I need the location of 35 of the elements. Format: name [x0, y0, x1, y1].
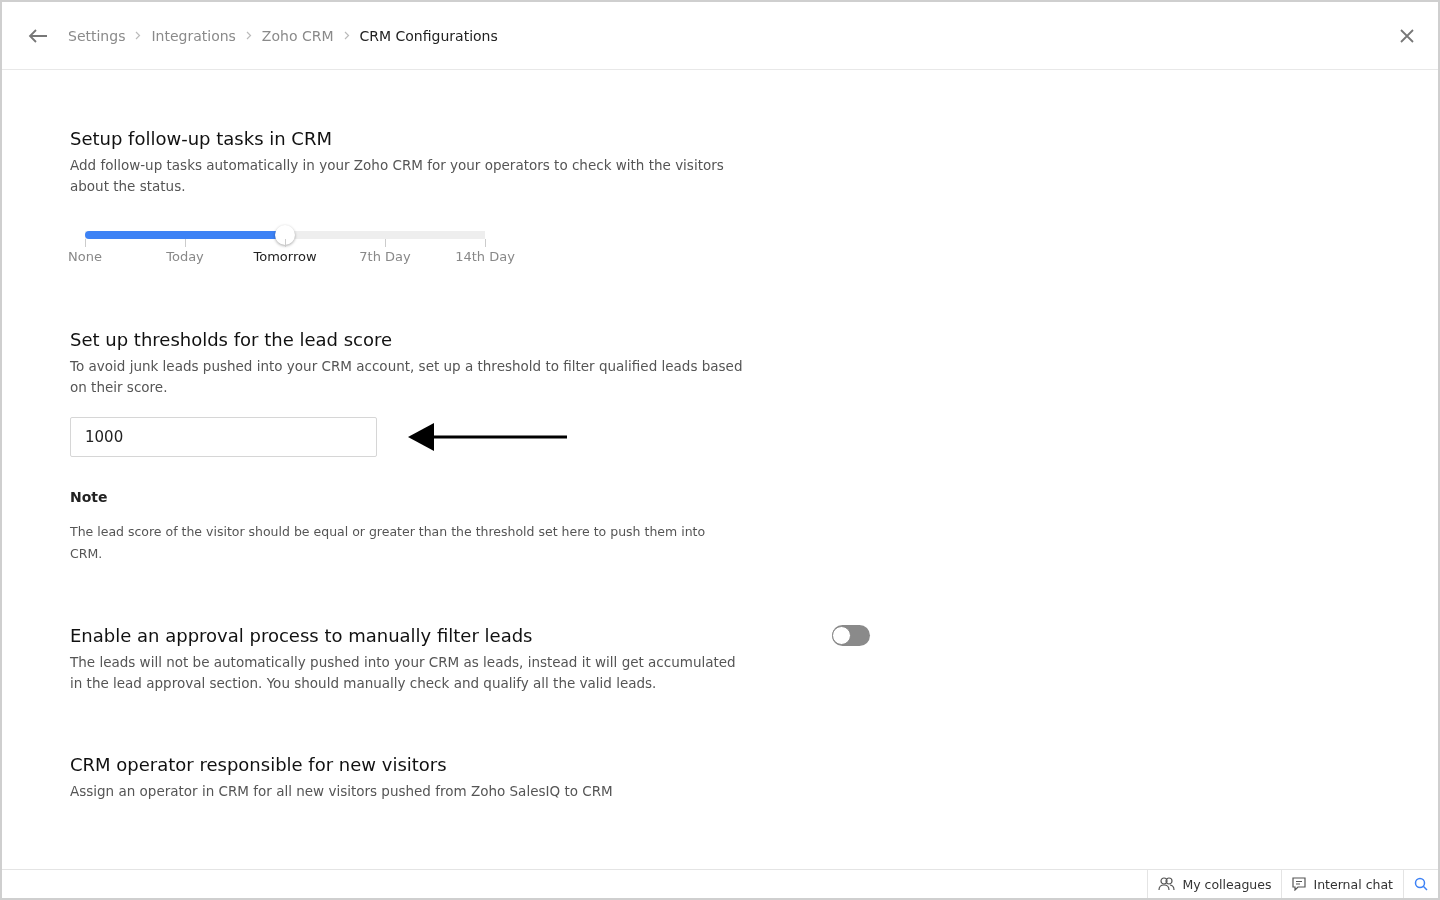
section-description: Add follow-up tasks automatically in your Zoho CRM for your operators to check with the visitors about the status. — [70, 156, 725, 196]
toggle-switch[interactable] — [832, 625, 870, 646]
slider-option[interactable]: Tomorrow — [253, 249, 317, 264]
breadcrumb-link[interactable]: Integrations — [151, 27, 236, 44]
section-title: Enable an approval process to manually filter leads — [70, 625, 534, 646]
footer-label: My colleagues — [1182, 876, 1272, 892]
close-icon — [1400, 28, 1414, 43]
slider-option[interactable]: None — [68, 249, 102, 264]
people-icon — [1158, 877, 1176, 891]
left-arrow-icon — [408, 422, 568, 452]
slider-option[interactable]: 7th Day — [359, 249, 411, 264]
section-title: Set up thresholds for the lead score — [70, 329, 394, 350]
breadcrumb-link[interactable]: Zoho CRM — [261, 27, 334, 44]
breadcrumb-current: CRM Configurations — [359, 27, 498, 44]
section-description: To avoid junk leads pushed into your CRM account, set up a threshold to filter qualified leads based on their score. — [70, 357, 744, 397]
back-arrow-icon — [28, 28, 48, 43]
chevron-icon — [245, 31, 252, 40]
slider-option[interactable]: 14th Day — [455, 249, 515, 264]
chevron-icon — [343, 31, 350, 40]
search-icon — [1414, 877, 1428, 891]
chevron-icon — [135, 31, 142, 40]
footer-label: Internal chat — [1313, 876, 1393, 892]
chat-icon — [1292, 877, 1307, 891]
section-description: The leads will not be automatically pushed into your CRM as leads, instead it will get accumulated in the lead approval section. You should manually check and qualify all the valid leads. — [70, 653, 737, 693]
section-description: Assign an operator in CRM for all new visitors pushed from Zoho SalesIQ to CRM — [70, 782, 614, 801]
slider-thumb[interactable] — [275, 225, 295, 245]
breadcrumb-link[interactable]: Settings — [68, 27, 126, 44]
slider-option[interactable]: Today — [166, 249, 204, 264]
score-input-field[interactable]: 1000 — [70, 417, 377, 457]
note-text: The lead score of the visitor should be equal or greater than the threshold set here to push them into CRM. — [70, 523, 707, 563]
back-button[interactable] — [28, 28, 48, 43]
note-title: Note — [70, 489, 109, 505]
section-title: CRM operator responsible for new visitors — [70, 754, 448, 775]
close-button[interactable] — [1400, 28, 1414, 43]
section-title: Setup follow-up tasks in CRM — [70, 128, 333, 149]
